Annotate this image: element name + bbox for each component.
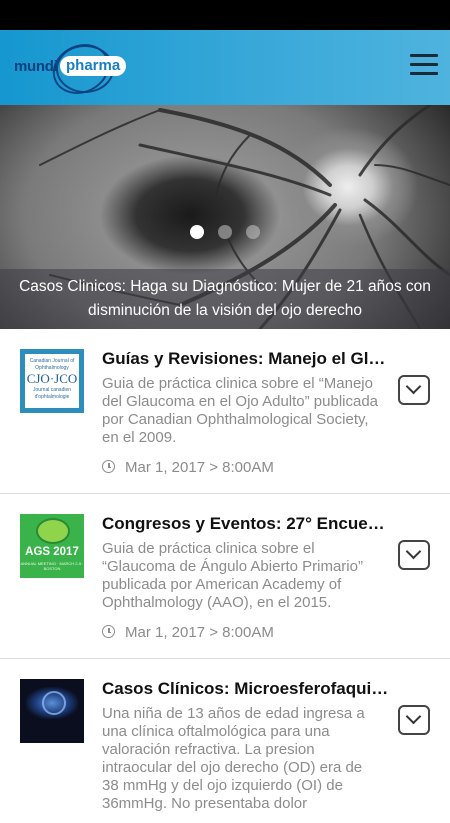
article-title[interactable]: Casos Clínicos: Microesferofaquia... [102,679,392,699]
eye-lens-ring [42,691,66,715]
logo-text-mundi: mundi [14,58,58,75]
article-date-text: Mar 1, 2017 > 8:00AM [125,624,274,641]
article-title[interactable]: Congresos y Eventos: 27° Encuent... [102,514,392,534]
article-card[interactable]: Canadian Journal of Ophthalmology CJO·JC… [0,329,450,494]
carousel-dot[interactable] [218,225,232,239]
clock-icon [102,460,115,473]
mundipharma-logo[interactable]: mundi pharma [14,34,127,104]
article-description: Una niña de 13 años de edad ingresa a un… [102,705,365,812]
carousel-dots [0,225,450,244]
thumbnail-caption: ANNUAL MEETING · MARCH 2-5 · BOSTON [20,561,84,571]
thumbnail-caption: Canadian Journal of Ophthalmology [29,358,75,371]
article-description: Guia de práctica clinica sobre el “Manej… [102,375,379,446]
chevron-down-icon [405,543,422,560]
article-thumbnail[interactable] [20,679,84,743]
expand-button[interactable] [398,375,430,405]
thumbnail-caption: Journal canadien d'ophtalmologie [32,387,72,400]
article-card[interactable]: AGS 2017 ANNUAL MEETING · MARCH 2-5 · BO… [0,494,450,659]
article-card[interactable]: Casos Clínicos: Microesferofaquia... Una… [0,659,450,823]
thumbnail-logo-text: AGS 2017 [25,546,79,558]
app-header: mundi pharma [0,30,450,105]
carousel-dot[interactable] [246,225,261,239]
logo-text-pharma: pharma [60,56,127,76]
article-date-text: Mar 1, 2017 > 8:00AM [125,459,274,476]
chevron-down-icon [405,378,422,395]
featured-carousel[interactable]: Casos Clinicos: Haga su Diagnóstico: Muj… [0,105,450,329]
article-description: Guia de práctica clinica sobre el “Glauc… [102,540,363,611]
article-thumbnail[interactable]: Canadian Journal of Ophthalmology CJO·JC… [20,349,84,413]
ags-logo-icon [36,518,70,544]
article-feed: Canadian Journal of Ophthalmology CJO·JC… [0,329,450,823]
thumbnail-logo-text: CJO·JCO [26,371,78,386]
expand-button[interactable] [398,705,430,735]
hamburger-menu-icon[interactable] [410,54,438,80]
status-bar [0,0,450,30]
chevron-down-icon [405,708,422,725]
clock-icon [102,625,115,638]
article-date: Mar 1, 2017 > 8:00AM [102,459,274,476]
expand-button[interactable] [398,540,430,570]
article-title[interactable]: Guías y Revisiones: Manejo el Gla... [102,349,392,369]
carousel-caption[interactable]: Casos Clinicos: Haga su Diagnóstico: Muj… [0,269,450,329]
carousel-dot[interactable] [189,225,204,239]
article-thumbnail[interactable]: AGS 2017 ANNUAL MEETING · MARCH 2-5 · BO… [20,514,84,578]
article-date: Mar 1, 2017 > 8:00AM [102,624,274,641]
